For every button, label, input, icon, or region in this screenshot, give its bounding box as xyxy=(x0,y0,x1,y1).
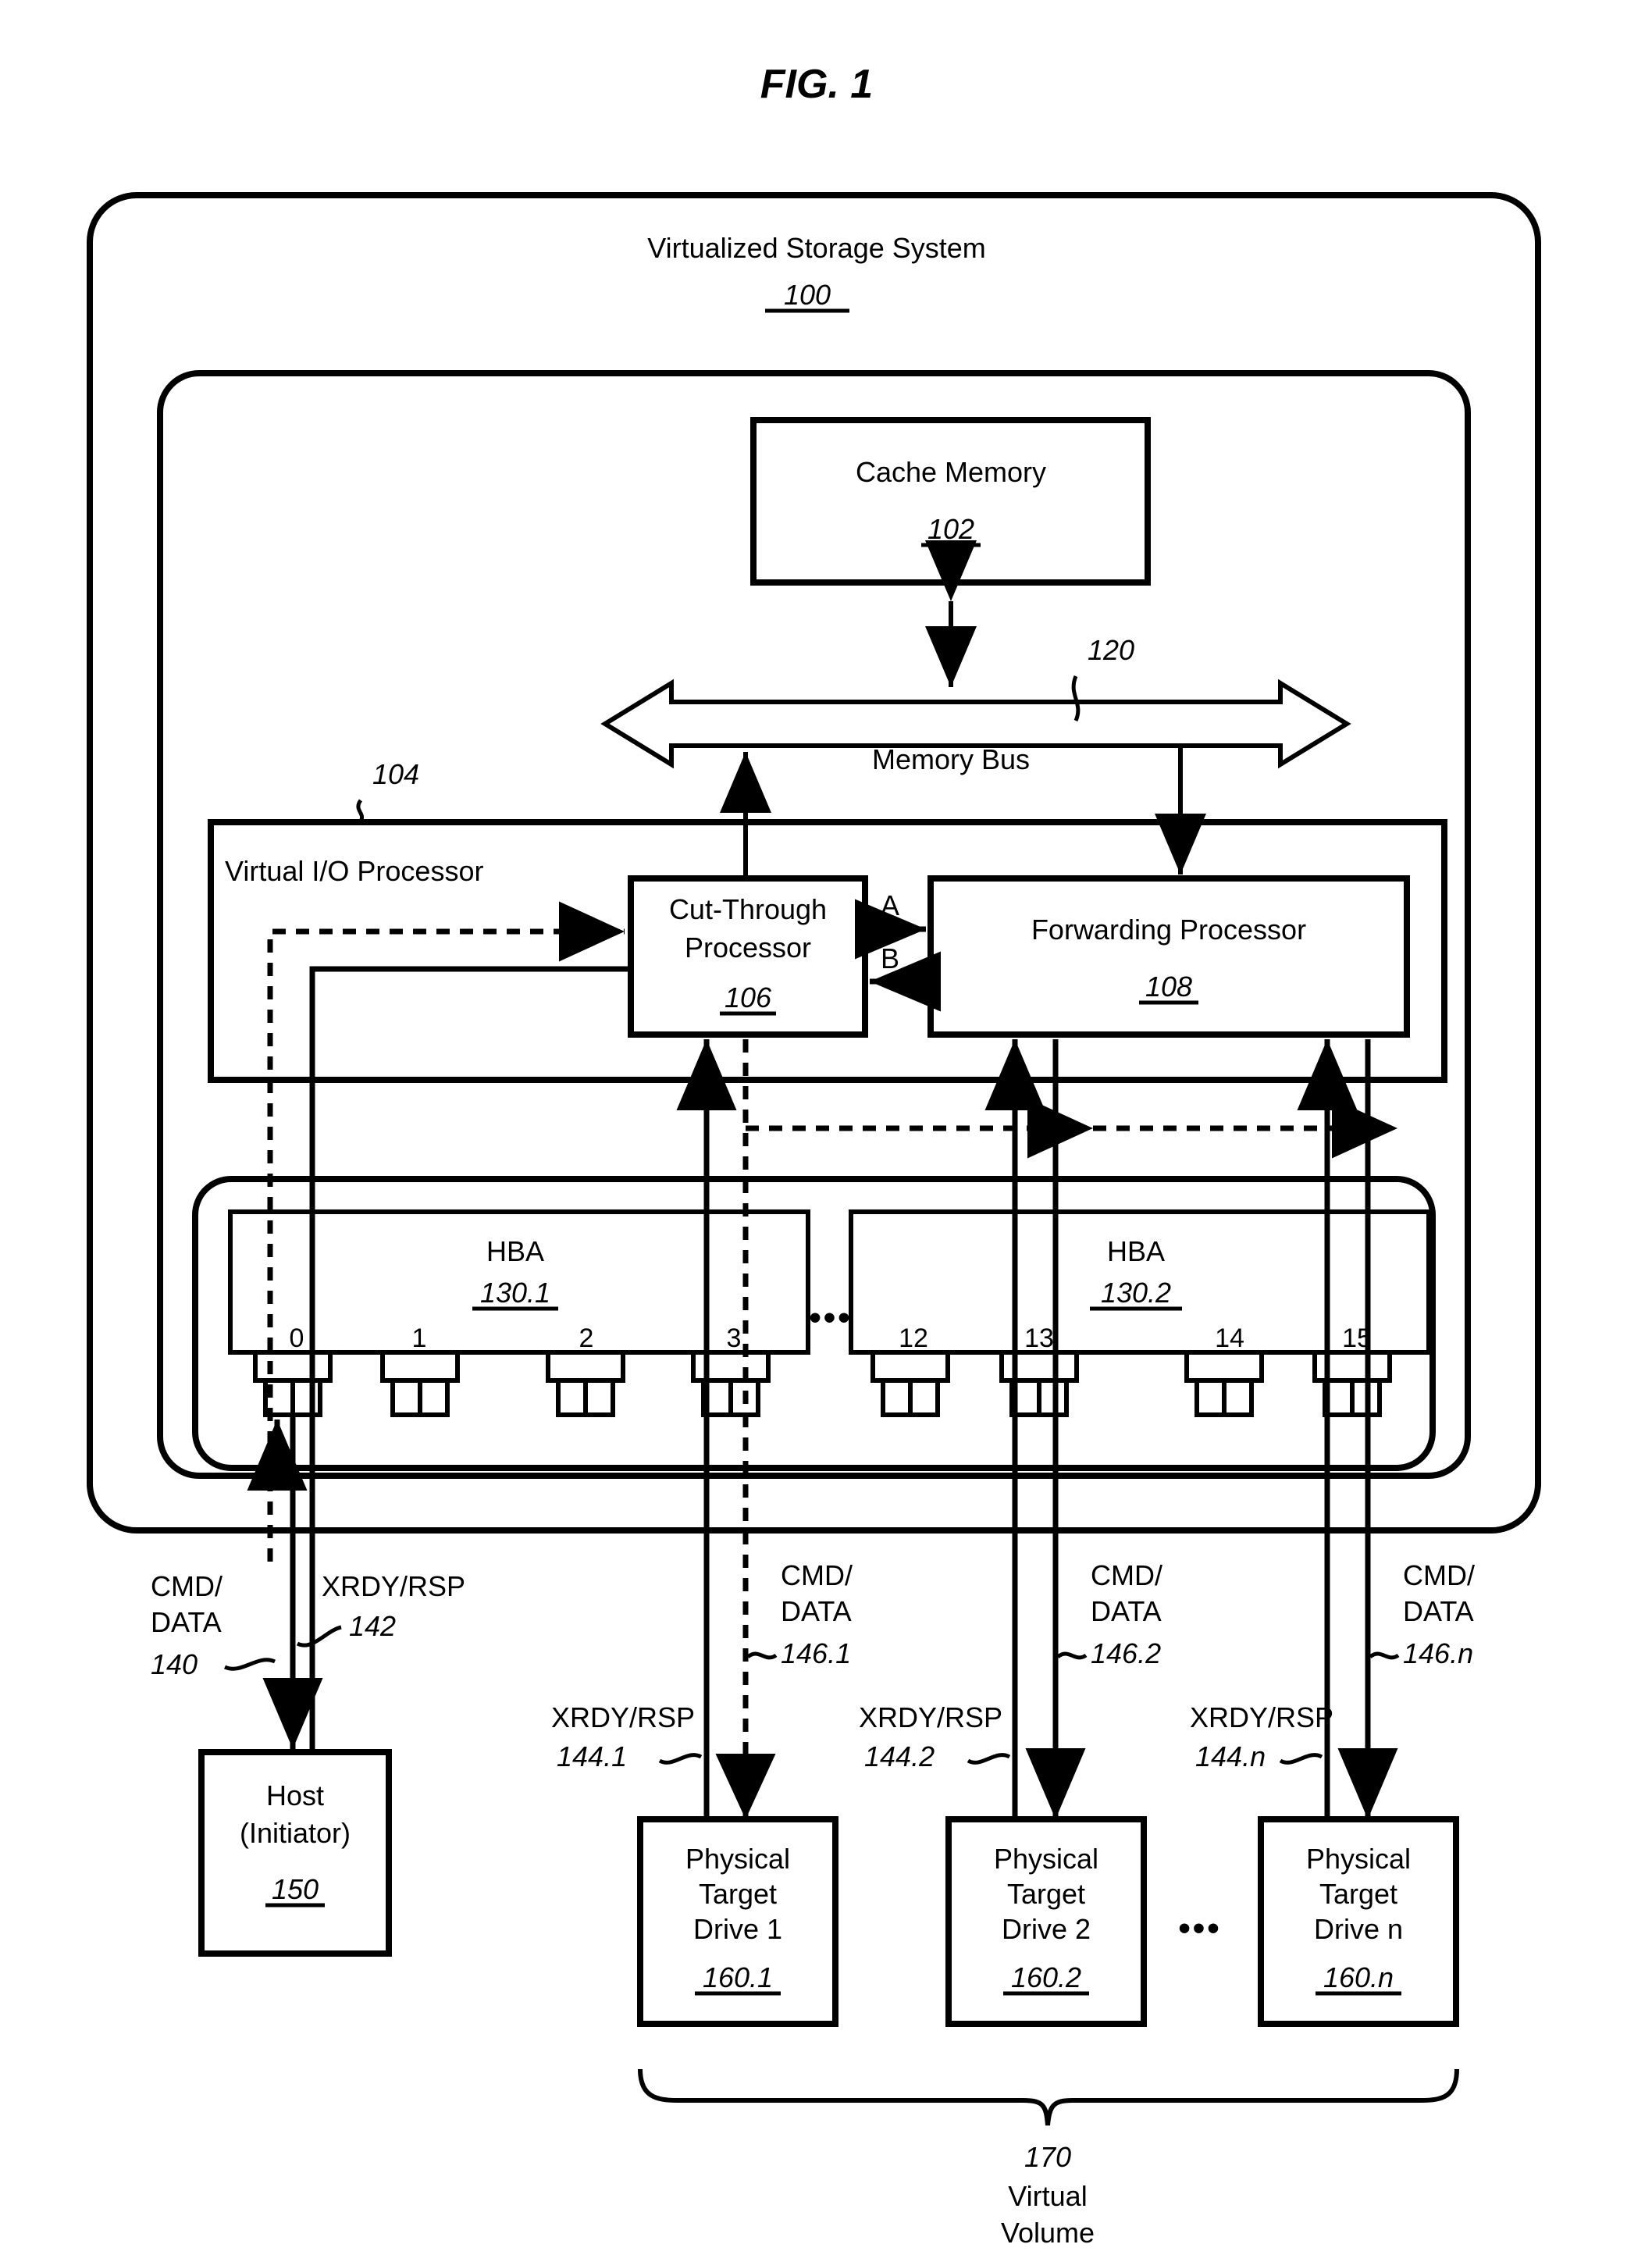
figure-canvas: FIG. 1 Virtualized Storage System 100 Ca… xyxy=(0,0,1652,2262)
host-cmd-label-2: DATA xyxy=(151,1606,222,1638)
drive-cmd-ref-1: 146.1 xyxy=(781,1637,851,1669)
drive-ref-2: 160.2 xyxy=(1011,1961,1081,1993)
drive-rsp-ref-n: 144.n xyxy=(1195,1740,1266,1772)
drive-ref-1: 160.1 xyxy=(703,1961,773,1993)
link-a-label: A xyxy=(881,889,899,921)
patent-figure-svg: FIG. 1 Virtualized Storage System 100 Ca… xyxy=(87,62,1541,2249)
cut-through-processor-ref: 106 xyxy=(725,981,772,1013)
figure-title: FIG. 1 xyxy=(760,62,873,107)
host-label-1: Host xyxy=(266,1779,324,1811)
hba-port-label-13: 13 xyxy=(1024,1323,1054,1353)
drive-cmd-label-nb: DATA xyxy=(1403,1595,1474,1627)
host-cmd-ref: 140 xyxy=(151,1648,198,1680)
cut-through-processor-label-2: Processor xyxy=(685,932,811,964)
hba-port-label-3: 3 xyxy=(727,1323,742,1353)
memory-bus-ref: 120 xyxy=(1088,634,1134,666)
hba-port-label-1: 1 xyxy=(412,1323,427,1353)
system-ref: 100 xyxy=(784,279,831,311)
virtual-volume-label-2: Volume xyxy=(1001,2217,1095,2249)
drive-rsp-ref-1: 144.1 xyxy=(557,1740,627,1772)
virtual-volume-ref: 170 xyxy=(1024,2141,1071,2173)
cache-memory-ref: 102 xyxy=(927,513,974,545)
forwarding-processor-label: Forwarding Processor xyxy=(1031,914,1306,946)
hba-port-label-12: 12 xyxy=(899,1323,928,1353)
drive-cmd-ref-n: 146.n xyxy=(1403,1637,1473,1669)
drive-label-nc: Drive n xyxy=(1314,1913,1403,1945)
forwarding-processor-box xyxy=(927,875,1410,1038)
hba-ref-1: 130.1 xyxy=(480,1277,550,1309)
cache-memory-box xyxy=(750,417,1151,586)
hba-port-label-0: 0 xyxy=(290,1323,304,1353)
hba-port-connector-14 xyxy=(1184,1350,1264,1417)
drive-cmd-label-na: CMD/ xyxy=(1403,1559,1475,1591)
system-label: Virtualized Storage System xyxy=(647,232,986,264)
hba-port-connector-0 xyxy=(253,1350,333,1417)
drive-label-1a: Physical xyxy=(685,1843,790,1875)
drive-label-2c: Drive 2 xyxy=(1002,1913,1091,1945)
hba-port-connector-2 xyxy=(546,1350,625,1417)
memory-bus-label: Memory Bus xyxy=(872,743,1030,775)
virtual-io-processor-ref: 104 xyxy=(372,758,419,790)
drive-cmd-label-2b: DATA xyxy=(1091,1595,1162,1627)
virtual-io-processor-label: Virtual I/O Processor xyxy=(225,855,483,887)
cut-through-processor-label-1: Cut-Through xyxy=(669,893,827,925)
hba-port-label-14: 14 xyxy=(1215,1323,1244,1353)
drive-label-nb: Target xyxy=(1319,1878,1397,1910)
hba-label-2: HBA xyxy=(1107,1235,1165,1267)
drive-rsp-ref-2: 144.2 xyxy=(864,1740,935,1772)
drive-label-2a: Physical xyxy=(994,1843,1098,1875)
hba-ref-2: 130.2 xyxy=(1101,1277,1171,1309)
hba-ellipsis: ••• xyxy=(809,1298,852,1337)
drive-rsp-label-n: XRDY/RSP xyxy=(1190,1701,1333,1733)
cache-memory-label: Cache Memory xyxy=(856,456,1046,488)
hba-label-1: HBA xyxy=(486,1235,544,1267)
drive-label-2b: Target xyxy=(1007,1878,1085,1910)
drives-ellipsis: ••• xyxy=(1178,1909,1221,1947)
hba-port-label-2: 2 xyxy=(579,1323,594,1353)
link-b-label: B xyxy=(881,942,899,974)
drive-ref-n: 160.n xyxy=(1323,1961,1394,1993)
host-ref: 150 xyxy=(272,1873,319,1905)
virtual-volume-label-1: Virtual xyxy=(1008,2180,1087,2212)
drive-rsp-label-2: XRDY/RSP xyxy=(859,1701,1002,1733)
drive-label-1b: Target xyxy=(699,1878,777,1910)
drive-rsp-label-1: XRDY/RSP xyxy=(551,1701,695,1733)
hba-port-connector-12 xyxy=(871,1350,950,1417)
host-rsp-ref: 142 xyxy=(349,1610,396,1642)
hba-port-connector-1 xyxy=(380,1350,460,1417)
drive-cmd-ref-2: 146.2 xyxy=(1091,1637,1161,1669)
drive-label-1c: Drive 1 xyxy=(693,1913,782,1945)
forwarding-processor-ref: 108 xyxy=(1145,971,1192,1003)
drive-cmd-label-2a: CMD/ xyxy=(1091,1559,1162,1591)
drive-cmd-label-1a: CMD/ xyxy=(781,1559,853,1591)
host-rsp-label: XRDY/RSP xyxy=(322,1570,465,1602)
drive-cmd-label-1b: DATA xyxy=(781,1595,852,1627)
drive-label-na: Physical xyxy=(1306,1843,1411,1875)
host-cmd-label-1: CMD/ xyxy=(151,1570,223,1602)
host-label-2: (Initiator) xyxy=(240,1817,351,1849)
